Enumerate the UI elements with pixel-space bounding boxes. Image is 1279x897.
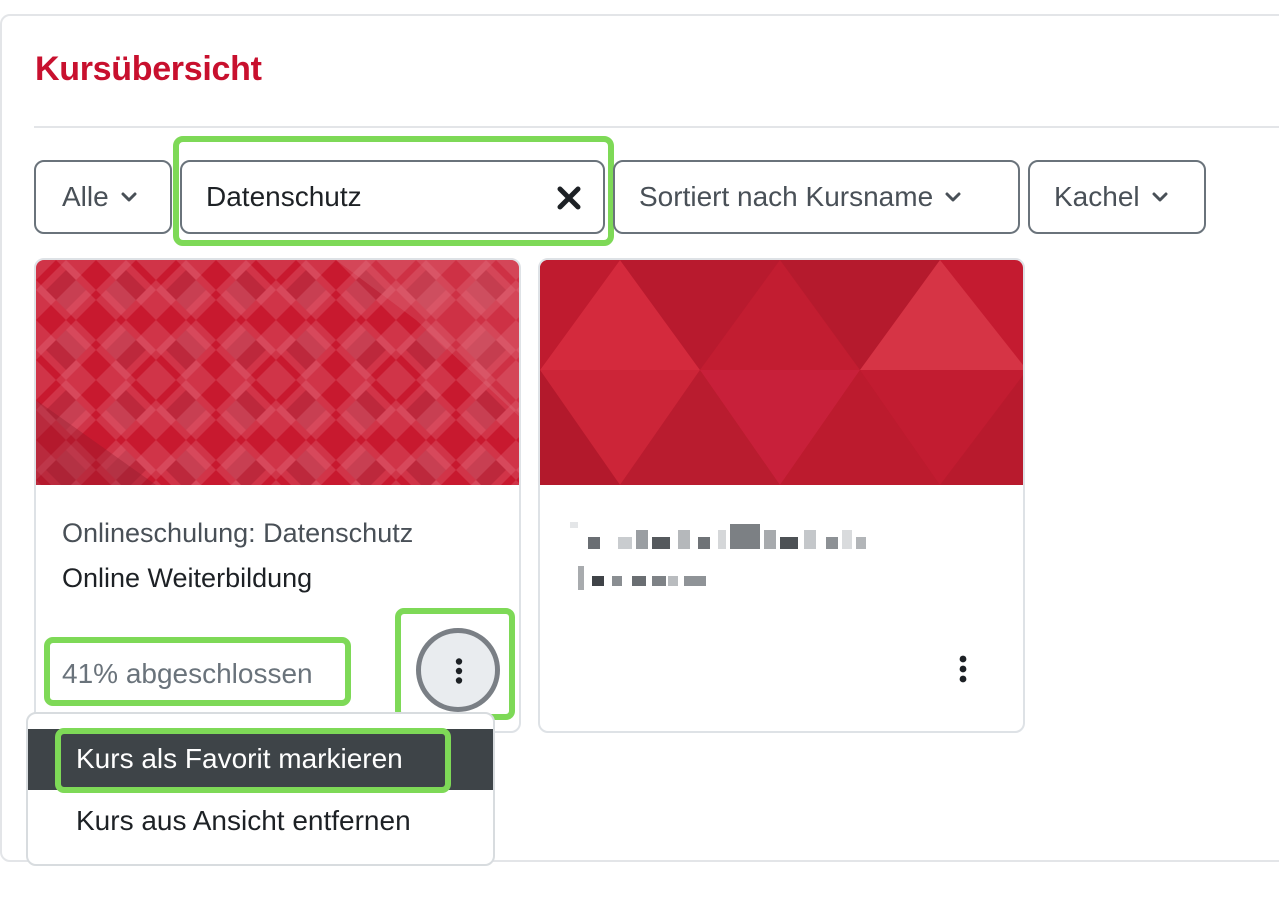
kebab-menu-icon — [959, 655, 967, 683]
course-category: Online Weiterbildung — [62, 563, 313, 593]
course-name[interactable] — [566, 522, 866, 556]
grouping-label: Alle — [62, 181, 109, 212]
course-name[interactable]: Onlineschulung: Datenschutz — [62, 518, 413, 549]
divider — [34, 126, 1279, 128]
progress-highlight — [44, 637, 351, 706]
grouping-dropdown[interactable]: Alle — [34, 160, 172, 234]
search-input[interactable] — [206, 181, 536, 213]
course-actions-button[interactable] — [956, 654, 970, 688]
menu-item-remove-from-view[interactable]: Kurs aus Ansicht entfernen — [28, 791, 493, 852]
chevron-down-icon — [121, 192, 137, 203]
course-image[interactable] — [36, 260, 519, 485]
sort-label: Sortiert nach Kursname — [639, 181, 934, 212]
chevron-down-icon — [1152, 192, 1168, 203]
close-icon[interactable] — [557, 186, 581, 210]
menu-button-highlight — [395, 608, 515, 720]
menu-item-label: Kurs aus Ansicht entfernen — [76, 805, 411, 836]
course-image[interactable] — [540, 260, 1023, 485]
favourite-highlight — [55, 728, 451, 793]
sort-dropdown[interactable]: Sortiert nach Kursname — [613, 160, 1020, 234]
search-field[interactable] — [180, 160, 605, 234]
chevron-down-icon — [945, 192, 961, 203]
page-title: Kursübersicht — [35, 50, 262, 88]
course-card[interactable] — [538, 258, 1025, 733]
view-label: Kachel — [1054, 181, 1140, 212]
view-dropdown[interactable]: Kachel — [1028, 160, 1206, 234]
